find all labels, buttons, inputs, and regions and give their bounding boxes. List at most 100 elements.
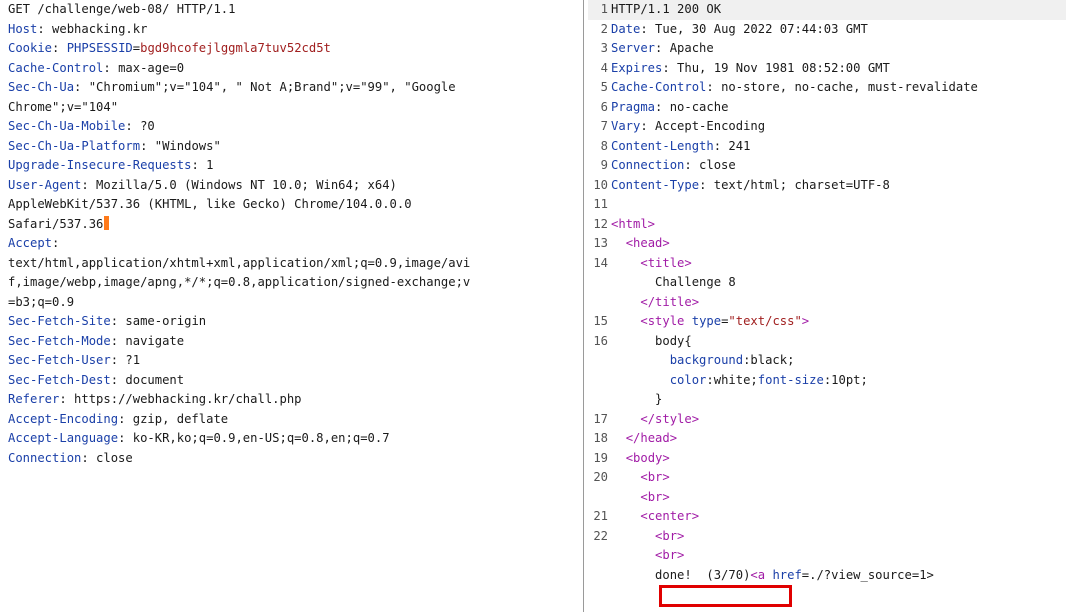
response-line[interactable]: 16 body{ xyxy=(588,332,1066,352)
header-value: : same-origin xyxy=(110,314,207,328)
code-text: <br> xyxy=(611,488,1066,508)
line-number: 11 xyxy=(593,197,608,211)
header-value: : xyxy=(52,236,60,250)
response-line[interactable]: 11 xyxy=(588,195,1066,215)
response-line[interactable]: <br> xyxy=(588,488,1066,508)
header-name: Accept-Language xyxy=(8,431,119,445)
response-line[interactable]: 9 Connection: close xyxy=(588,156,1066,176)
response-line[interactable]: Challenge 8 xyxy=(588,273,1066,293)
code-text: Date: Tue, 30 Aug 2022 07:44:03 GMT xyxy=(611,20,1066,40)
response-line[interactable]: background:black; xyxy=(588,351,1066,371)
request-line[interactable]: Accept: xyxy=(0,234,582,254)
header-name: User-Agent xyxy=(8,177,82,192)
response-line[interactable]: 2 Date: Tue, 30 Aug 2022 07:44:03 GMT xyxy=(588,20,1066,40)
header-value: GET /challenge/web-08/ HTTP/1.1 xyxy=(8,2,236,16)
code-token: : no-store, no-cache, must-revalidate xyxy=(706,80,978,94)
header-name: Sec-Ch-Ua xyxy=(8,80,75,94)
code-token: Server xyxy=(611,41,656,55)
code-text: <br> xyxy=(611,546,1066,566)
response-line[interactable]: 7 Vary: Accept-Encoding xyxy=(588,117,1066,137)
request-line[interactable]: Connection: close xyxy=(0,449,582,469)
line-number: 9 xyxy=(600,158,608,172)
response-line[interactable]: 15 <style type="text/css"> xyxy=(588,312,1066,332)
header-name: Upgrade-Insecure-Requests xyxy=(8,158,192,172)
code-text: <style type="text/css"> xyxy=(611,312,1066,332)
request-line[interactable]: Referer: https://webhacking.kr/chall.php xyxy=(0,390,582,410)
response-line[interactable]: 1 HTTP/1.1 200 OK xyxy=(588,0,1066,20)
header-name: Referer xyxy=(8,392,60,406)
request-line[interactable]: Upgrade-Insecure-Requests: 1 xyxy=(0,156,582,176)
request-line[interactable]: Sec-Ch-Ua-Mobile: ?0 xyxy=(0,117,582,137)
code-text: background:black; xyxy=(611,351,1066,371)
response-line[interactable]: 4 Expires: Thu, 19 Nov 1981 08:52:00 GMT xyxy=(588,59,1066,79)
code-token: } xyxy=(611,392,663,406)
code-token: href xyxy=(765,567,802,582)
response-line[interactable]: 6 Pragma: no-cache xyxy=(588,98,1066,118)
request-line[interactable]: Safari/537.36 xyxy=(0,215,582,235)
line-number: 10 xyxy=(593,177,608,192)
code-token: <br> xyxy=(640,489,670,504)
response-line[interactable]: 5 Cache-Control: no-store, no-cache, must… xyxy=(588,78,1066,98)
code-token: <br> xyxy=(640,470,670,484)
response-line[interactable]: 18 </head> xyxy=(588,429,1066,449)
request-line[interactable]: Accept-Language: ko-KR,ko;q=0.9,en-US;q=… xyxy=(0,429,582,449)
code-token: Date xyxy=(611,21,641,36)
response-line[interactable]: 22 <br> xyxy=(588,527,1066,547)
code-token: : Thu, 19 Nov 1981 08:52:00 GMT xyxy=(662,60,890,75)
request-line[interactable]: User-Agent: Mozilla/5.0 (Windows NT 10.0… xyxy=(0,176,582,196)
request-line[interactable]: Sec-Ch-Ua-Platform: "Windows" xyxy=(0,137,582,157)
response-line[interactable]: 12 <html> xyxy=(588,215,1066,235)
line-number xyxy=(588,273,611,293)
code-token: :white; xyxy=(706,372,758,387)
response-line[interactable]: <br> xyxy=(588,546,1066,566)
request-line[interactable]: Sec-Fetch-Mode: navigate xyxy=(0,332,582,352)
code-token: Cache-Control xyxy=(611,80,707,94)
header-name: PHPSESSID xyxy=(66,41,133,55)
response-line[interactable]: 21 <center> xyxy=(588,507,1066,527)
response-line[interactable]: 10 Content-Type: text/html; charset=UTF-8 xyxy=(588,176,1066,196)
code-token: Connection xyxy=(611,158,685,172)
response-line[interactable]: 14 <title> xyxy=(588,254,1066,274)
code-token: done! (3/70) xyxy=(611,567,751,582)
header-name: Sec-Ch-Ua-Platform xyxy=(8,138,141,153)
response-pane[interactable]: 1 HTTP/1.1 200 OK 2 Date: Tue, 30 Aug 2022 … xyxy=(588,0,1066,612)
request-line[interactable]: Sec-Fetch-Dest: document xyxy=(0,371,582,391)
response-line[interactable]: 13 <head> xyxy=(588,234,1066,254)
highlight-box xyxy=(659,585,792,607)
request-line[interactable]: Sec-Fetch-User: ?1 xyxy=(0,351,582,371)
response-line[interactable]: 3 Server: Apache xyxy=(588,39,1066,59)
response-line[interactable]: 8 Content-Length: 241 xyxy=(588,137,1066,157)
response-line[interactable]: } xyxy=(588,390,1066,410)
response-line[interactable]: color:white;font-size:10pt; xyxy=(588,371,1066,391)
request-line[interactable]: AppleWebKit/537.36 (KHTML, like Gecko) C… xyxy=(0,195,582,215)
response-line[interactable]: done! (3/70)<a href=./?view_source=1> xyxy=(588,566,1066,586)
header-value: : webhacking.kr xyxy=(37,21,148,36)
request-pane[interactable]: GET /challenge/web-08/ HTTP/1.1 Host: web… xyxy=(0,0,582,612)
request-line[interactable]: Chrome";v="104" xyxy=(0,98,582,118)
request-line[interactable]: =b3;q=0.9 xyxy=(0,293,582,313)
response-line[interactable]: 19 <body> xyxy=(588,449,1066,469)
code-text: </head> xyxy=(611,429,1066,449)
request-line[interactable]: Cookie: PHPSESSID=bgd9hcofejlggmla7tuv52… xyxy=(0,39,582,59)
header-value: : 1 xyxy=(191,158,214,172)
request-line[interactable]: Cache-Control: max-age=0 xyxy=(0,59,582,79)
http-message-viewer: GET /challenge/web-08/ HTTP/1.1 Host: web… xyxy=(0,0,1066,612)
response-line[interactable]: 17 </style> xyxy=(588,410,1066,430)
pane-divider[interactable] xyxy=(583,0,584,612)
request-line[interactable]: text/html,application/xhtml+xml,applicat… xyxy=(0,254,582,274)
line-number xyxy=(588,351,611,371)
line-number: 19 xyxy=(593,450,608,465)
header-value: : document xyxy=(110,372,185,387)
code-text: <br> xyxy=(611,527,1066,547)
request-line[interactable]: GET /challenge/web-08/ HTTP/1.1 xyxy=(0,0,582,20)
code-text: <body> xyxy=(611,449,1066,469)
code-token: =./?view_source=1> xyxy=(801,567,934,582)
request-line[interactable]: f,image/webp,image/apng,*/*;q=0.8,applic… xyxy=(0,273,582,293)
request-line[interactable]: Sec-Fetch-Site: same-origin xyxy=(0,312,582,332)
response-line[interactable]: 20 <br> xyxy=(588,468,1066,488)
request-line[interactable]: Accept-Encoding: gzip, deflate xyxy=(0,410,582,430)
request-line[interactable]: Host: webhacking.kr xyxy=(0,20,582,40)
request-line[interactable]: Sec-Ch-Ua: "Chromium";v="104", " Not A;B… xyxy=(0,78,582,98)
response-line[interactable]: </title> xyxy=(588,293,1066,313)
